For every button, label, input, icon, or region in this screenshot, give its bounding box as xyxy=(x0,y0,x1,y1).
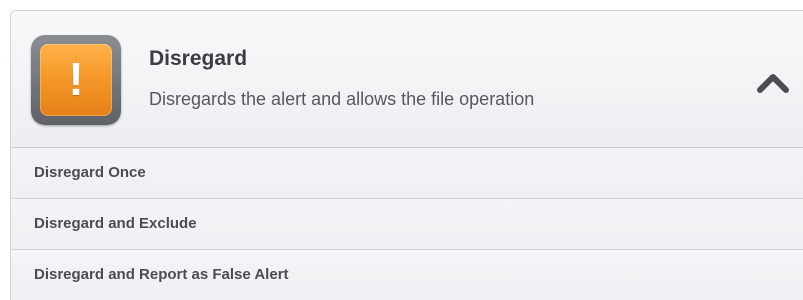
option-label: Disregard and Report as False Alert xyxy=(34,266,289,283)
option-disregard-and-report-false-alert[interactable]: Disregard and Report as False Alert xyxy=(11,250,803,300)
option-label: Disregard and Exclude xyxy=(34,215,197,232)
option-disregard-and-exclude[interactable]: Disregard and Exclude xyxy=(11,199,803,250)
action-title: Disregard xyxy=(149,47,248,70)
option-disregard-once[interactable]: Disregard Once xyxy=(11,148,803,199)
exclamation-glyph: ! xyxy=(68,53,84,105)
option-label: Disregard Once xyxy=(34,164,146,181)
warning-icon-face: ! xyxy=(40,44,112,116)
action-description: Disregards the alert and allows the file… xyxy=(149,89,535,109)
chevron-up-icon[interactable] xyxy=(755,69,791,95)
exclamation-warning-icon: ! xyxy=(31,35,121,125)
disregard-action-panel: ! Disregard Disregards the alert and all… xyxy=(10,10,803,300)
disregard-options-list: Disregard Once Disregard and Exclude Dis… xyxy=(11,148,803,300)
disregard-action-header[interactable]: ! Disregard Disregards the alert and all… xyxy=(11,11,803,148)
